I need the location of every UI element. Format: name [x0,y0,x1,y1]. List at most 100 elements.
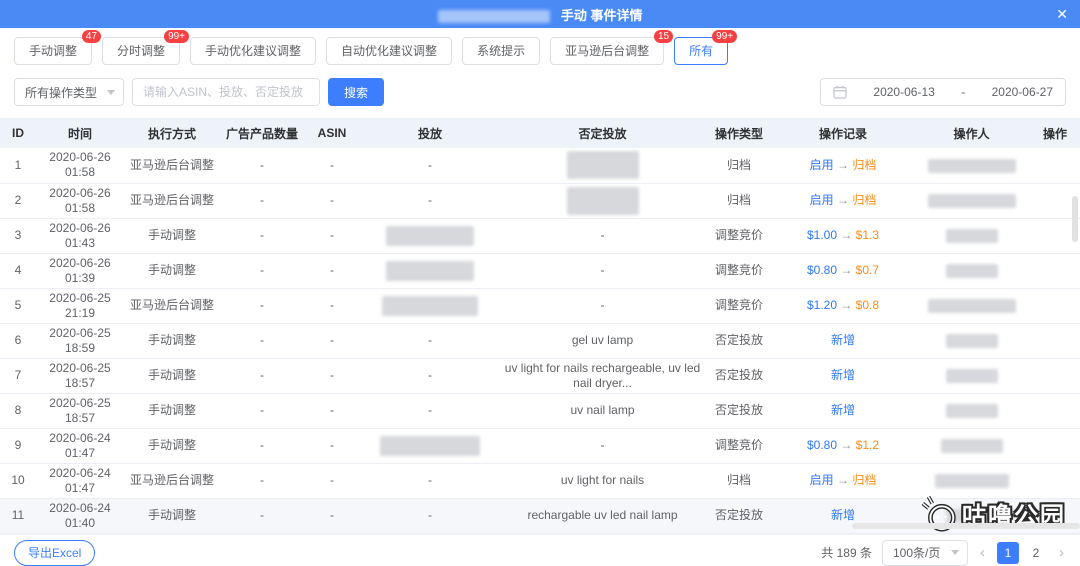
titlebar-center: 手动 事件详情 [437,5,643,24]
column-header: 执行方式 [124,118,220,148]
cell-negative-targeting: rechargable uv led nail lamp [500,498,705,534]
page-size-value: 100条/页 [893,546,941,560]
cell-id: 6 [0,323,36,359]
cell-targeting: - [360,498,500,534]
cell-time: 2020-06-24 01:47 [36,428,124,464]
tab-badge: 99+ [712,30,738,43]
cell-negative-targeting: uv light for nails rechargeable, uv led … [500,358,705,394]
cell-asin: - [304,148,360,184]
vertical-scrollbar-thumb[interactable] [1072,196,1078,242]
page-button-2[interactable]: 2 [1025,542,1047,564]
table-row: 7 2020-06-25 18:57 手动调整 - - - uv light for nail… [0,358,1080,394]
cell-operation-type: 否定投放 [705,358,773,394]
cell-operator [913,148,1030,184]
cell-time: 2020-06-25 18:57 [36,358,124,394]
cell-id: 9 [0,428,36,464]
cell-actions [1030,428,1080,464]
column-header: 否定投放 [500,118,705,148]
cell-actions [1030,323,1080,359]
cell-time: 2020-06-25 18:59 [36,323,124,359]
cell-id: 2 [0,183,36,219]
redacted-blur [945,263,998,278]
tab-label: 系统提示 [477,44,526,58]
column-header: 投放 [360,118,500,148]
redacted-blur [566,151,639,180]
tab-7[interactable]: 所有 99+ [674,30,738,65]
redacted-blur [386,225,474,246]
filter-bar: 所有操作类型 搜索 2020-06-13 - 2020-06-27 [0,78,1080,106]
table-row: 8 2020-06-25 18:57 手动调整 - - - uv nail lamp 否定投放新… [0,393,1080,429]
cell-operation-type: 否定投放 [705,393,773,429]
redacted-blur [566,186,639,215]
cell-product-qty: - [220,183,304,219]
cell-product-qty: - [220,463,304,499]
events-table: ID 时间 执行方式 广告产品数量 ASIN 投放 否定投放 操作类型 操作记录 操作人 操作 12… [0,118,1080,534]
prev-page-button[interactable]: ‹ [978,542,987,564]
redacted-blur [945,403,998,418]
cell-operator [913,253,1030,289]
event-details-window: 手动 事件详情 ✕ 手动调整 47 分时调整 99+ 手动优化建议调整 自动优化建议调整系… [0,0,1080,566]
table-header-row: ID 时间 执行方式 广告产品数量 ASIN 投放 否定投放 操作类型 操作记录 操作人 操作 [0,118,1080,148]
titlebar: 手动 事件详情 ✕ [0,0,1080,28]
cell-operation-type: 调整竞价 [705,218,773,254]
horizontal-scrollbar-thumb[interactable] [852,523,1080,529]
search-button[interactable]: 搜索 [328,78,385,106]
cell-actions [1030,148,1080,184]
cell-operation-record: 新增 [773,323,913,359]
redacted-blur [945,508,998,523]
tab-label: 分时调整 [117,44,166,58]
cell-operator [913,358,1030,394]
cell-time: 2020-06-24 01:47 [36,463,124,499]
cell-method: 亚马逊后台调整 [124,148,220,184]
footer-bar: 导出Excel 共 189 条 100条/页 ‹ 12 › [0,533,1080,566]
cell-id: 7 [0,358,36,394]
tab-1[interactable]: 手动调整 47 [14,30,102,65]
cell-id: 1 [0,148,36,184]
cell-operation-record: 启用 → 归档 [773,183,913,219]
date-range-picker[interactable]: 2020-06-13 - 2020-06-27 [820,78,1066,106]
total-count: 共 189 条 [821,546,872,560]
column-header: 操作 [1030,118,1080,148]
cell-targeting [360,253,500,289]
tab-4[interactable]: 自动优化建议调整 [326,37,453,65]
calendar-icon [833,86,847,99]
close-icon[interactable]: ✕ [1056,0,1068,28]
cell-targeting: - [360,183,500,219]
tab-5[interactable]: 系统提示 [462,37,541,65]
operation-type-select[interactable]: 所有操作类型 [14,78,124,106]
cell-asin: - [304,428,360,464]
window-title: 手动 事件详情 [560,7,643,23]
cell-operator [913,183,1030,219]
search-input[interactable] [132,78,320,106]
cell-negative-targeting [500,148,705,184]
cell-time: 2020-06-26 01:58 [36,148,124,184]
cell-id: 11 [0,498,36,534]
next-page-button[interactable]: › [1057,542,1066,564]
cell-asin: - [304,288,360,324]
cell-method: 手动调整 [124,498,220,534]
cell-product-qty: - [220,393,304,429]
redacted-campaign-name [437,9,550,23]
chevron-down-icon [107,89,115,95]
table-row: 1 2020-06-26 01:58 亚马逊后台调整 - - - 归档 启用 → 归档 [0,148,1080,184]
cell-operator [913,393,1030,429]
cell-operation-record: $0.80 → $0.7 [773,253,913,289]
table-row: 10 2020-06-24 01:47 亚马逊后台调整 - - - uv light for … [0,463,1080,499]
tab-2[interactable]: 分时调整 99+ [102,30,190,65]
cell-actions [1030,393,1080,429]
tab-3[interactable]: 手动优化建议调整 [190,37,317,65]
page-size-select[interactable]: 100条/页 [882,539,968,566]
redacted-blur [380,435,480,456]
date-end: 2020-06-27 [991,85,1053,99]
page-button-1[interactable]: 1 [997,541,1019,564]
cell-asin: - [304,393,360,429]
cell-operation-record: 启用 → 归档 [773,463,913,499]
tab-label: 手动优化建议调整 [205,44,302,58]
cell-negative-targeting: - [500,428,705,464]
date-start: 2020-06-13 [873,85,935,99]
tab-6[interactable]: 亚马逊后台调整 15 [550,30,674,65]
cell-actions [1030,288,1080,324]
cell-operator [913,288,1030,324]
export-excel-button[interactable]: 导出Excel [14,539,96,566]
cell-targeting [360,428,500,464]
